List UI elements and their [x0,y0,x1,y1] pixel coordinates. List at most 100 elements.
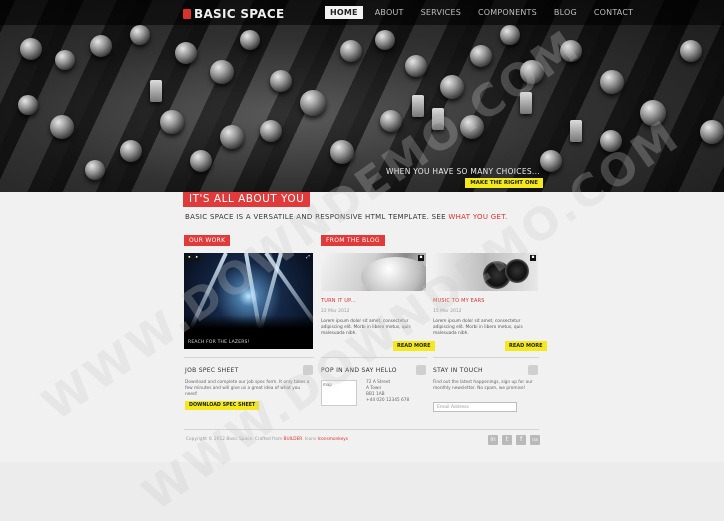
mixer-knob [600,70,624,94]
expand-icon[interactable]: ⤢ [305,255,311,261]
mixer-knob [120,140,142,162]
mixer-fader [570,120,582,142]
mixer-knob [18,95,38,115]
from-blog-label: FROM THE BLOG [321,235,385,246]
mixer-knob [470,45,492,67]
mixer-knob [50,115,74,139]
document-icon [303,365,313,375]
headphone-cup [505,259,529,283]
post-title[interactable]: MUSIC TO MY EARS [433,298,485,304]
map-alt: map [323,382,332,387]
divider [321,357,427,358]
twitter-icon[interactable]: t [502,435,512,445]
mixer-knob [175,42,197,64]
mixer-knob [90,35,112,57]
mixer-knob [680,40,702,62]
our-work-image[interactable]: ◂ ▸ ⤢ REACH FOR THE LAZERS! [184,253,313,349]
nav-components[interactable]: COMPONENTS [473,6,542,19]
our-work-label: OUR WORK [184,235,231,246]
mixer-knob [55,50,75,70]
mixer-knob [330,140,354,164]
mixer-knob [600,130,622,152]
comment-icon: ▪ [418,255,424,261]
mixer-knob [700,120,724,144]
nav-services[interactable]: SERVICES [416,6,466,19]
icons-link[interactable]: Iconsmonkeys [317,437,348,442]
email-input[interactable]: Email Address [433,402,517,412]
divider [433,357,539,358]
mixer-knob [160,110,184,134]
download-spec-button[interactable]: DOWNLOAD SPEC SHEET [185,401,260,410]
intro-text: BASIC SPACE IS A VERSATILE AND RESPONSIV… [185,213,508,221]
builder-link[interactable]: BUILDER [284,437,303,442]
mixer-knob [220,125,244,149]
mixer-knob [130,25,150,45]
mixer-knob [560,40,582,62]
footer-mid: . Icons [302,437,317,442]
mixer-knob [20,38,42,60]
work-caption: REACH FOR THE LAZERS! [188,340,250,345]
nav-contact[interactable]: CONTACT [589,6,638,19]
main-content: IT'S ALL ABOUT YOU BASIC SPACE IS A VERS… [0,192,724,462]
rss-icon[interactable]: rss [530,435,540,445]
linkedin-icon[interactable]: in [488,435,498,445]
mixer-knob [440,75,464,99]
mixer-fader [520,92,532,114]
nav-home[interactable]: HOME [325,6,363,19]
main-nav: HOME ABOUT SERVICES COMPONENTS BLOG CONT… [325,6,645,19]
mixer-knob [520,60,544,84]
divider [184,357,314,358]
address: 72 A Street A Town BB1 1AB +44 020 12345… [366,380,426,404]
mixer-background [0,0,724,192]
facebook-icon[interactable]: f [516,435,526,445]
mixer-knob [460,115,484,139]
copyright: Copyright © 2012 Basic Space. Crafted fr… [186,437,283,442]
mixer-fader [150,80,162,102]
post-title[interactable]: TURN IT UP... [321,298,356,304]
page-headline: IT'S ALL ABOUT YOU [183,192,311,207]
job-spec-title: JOB SPEC SHEET [185,367,239,374]
mixer-knob [85,160,105,180]
nav-about[interactable]: ABOUT [370,6,409,19]
logo-mark-icon [183,9,191,19]
nav-blog[interactable]: BLOG [549,6,582,19]
post-excerpt: Lorem ipsum dolor sit amet, consectetur … [321,319,411,336]
mixer-knob [640,100,666,126]
stay-in-touch-text: Find out the latest happenings, sign up … [433,380,533,391]
logo-text: BASIC SPACE [194,7,285,21]
make-right-one-button[interactable]: MAKE THE RIGHT ONE [465,178,543,188]
mixer-knob [500,25,520,45]
map-thumbnail[interactable]: map [321,380,357,406]
hero-banner: BASIC SPACE HOME ABOUT SERVICES COMPONEN… [0,0,724,192]
mixer-knob [375,30,395,50]
mixer-knob [340,40,362,62]
mixer-knob [260,120,282,142]
mixer-knob [300,90,326,116]
phone-number: +44 020 12345 678 [366,398,410,403]
comment-icon: ▪ [530,255,536,261]
next-arrow-icon[interactable]: ▸ [194,255,200,261]
stay-in-touch-title: STAY IN TOUCH [433,367,483,374]
mixer-knob [540,150,562,172]
mixer-knob [270,70,292,92]
blog-image-headphones[interactable]: ▪ [433,253,538,291]
mixer-knob [240,30,260,50]
mouse-shape [361,257,426,291]
blog-image-mouse[interactable]: ▪ [321,253,426,291]
what-you-get-link[interactable]: WHAT YOU GET. [448,213,507,221]
contact-title: POP IN AND SAY HELLO [321,367,397,374]
read-more-button[interactable]: READ MORE [393,341,435,351]
logo[interactable]: BASIC SPACE [183,7,284,21]
job-spec-text: Download and complete our job spec form.… [185,380,310,397]
location-icon [416,365,426,375]
hero-tagline: WHEN YOU HAVE SO MANY CHOICES... [386,167,540,176]
prev-arrow-icon[interactable]: ◂ [186,255,192,261]
read-more-button[interactable]: READ MORE [505,341,547,351]
mixer-fader [432,108,444,130]
mixer-fader [412,95,424,117]
mixer-knob [405,55,427,77]
mixer-knob [380,110,402,132]
post-date: 22 Mar 2012 [321,309,350,314]
intro-body: BASIC SPACE IS A VERSATILE AND RESPONSIV… [185,213,446,221]
mixer-knob [190,150,212,172]
